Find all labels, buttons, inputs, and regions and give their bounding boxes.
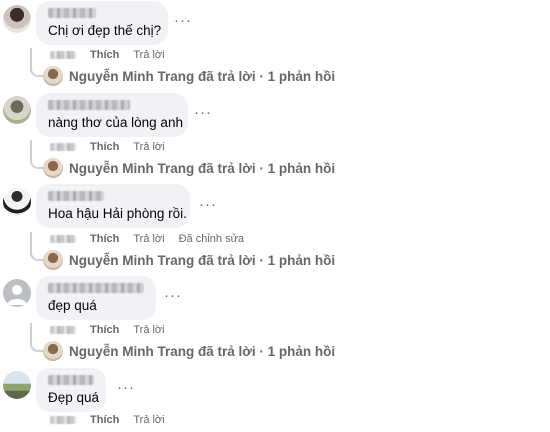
commenter-avatar[interactable] bbox=[3, 371, 31, 399]
reply-summary-text: đã trả lời · 1 phản hồi bbox=[198, 252, 336, 268]
reply-summary-text: đã trả lời · 1 phản hồi bbox=[198, 68, 336, 84]
comment-bubble: đẹp quá bbox=[36, 276, 156, 320]
replier-avatar bbox=[43, 66, 63, 86]
thread-connector bbox=[30, 232, 44, 261]
like-button[interactable]: Thích bbox=[90, 233, 119, 245]
reply-summary-text: đã trả lời · 1 phản hồi bbox=[198, 343, 336, 359]
reply-button[interactable]: Trả lời bbox=[133, 414, 164, 426]
more-horizontal-icon[interactable]: ··· bbox=[194, 105, 212, 120]
replier-avatar bbox=[43, 341, 63, 361]
more-horizontal-icon[interactable]: ··· bbox=[199, 197, 217, 212]
commenter-name-blurred[interactable] bbox=[48, 100, 130, 110]
reply-button[interactable]: Trả lời bbox=[133, 324, 164, 336]
comment-text: nàng thơ của lòng anh bbox=[48, 115, 183, 130]
timestamp-blurred[interactable] bbox=[50, 51, 76, 59]
reply-button[interactable]: Trả lời bbox=[133, 141, 164, 153]
comment-bubble: Đẹp quá bbox=[36, 368, 106, 412]
replier-name: Nguyễn Minh Trang bbox=[69, 160, 195, 176]
comment-bubble: Hoa hậu Hải phòng rồi. bbox=[36, 184, 190, 228]
comment-actions: Thích Trả lời bbox=[50, 141, 179, 153]
comment-actions: Thích Trả lời bbox=[50, 324, 179, 336]
timestamp-blurred[interactable] bbox=[50, 416, 76, 424]
comment-bubble: Chị ơi đẹp thế chị? bbox=[36, 1, 168, 45]
reply-button[interactable]: Trả lời bbox=[133, 49, 164, 61]
replier-name: Nguyễn Minh Trang bbox=[69, 343, 195, 359]
more-horizontal-icon[interactable]: ··· bbox=[164, 288, 182, 303]
comment-bubble: nàng thơ của lòng anh bbox=[36, 93, 188, 137]
comment-text: Đẹp quá bbox=[48, 390, 100, 405]
replier-name: Nguyễn Minh Trang bbox=[69, 252, 195, 268]
view-replies-link[interactable]: Nguyễn Minh Trang đã trả lời · 1 phản hồ… bbox=[43, 66, 335, 86]
replier-avatar bbox=[43, 158, 63, 178]
commenter-avatar[interactable] bbox=[3, 5, 31, 33]
commenter-avatar[interactable] bbox=[3, 96, 31, 124]
thread-connector bbox=[30, 140, 44, 169]
replier-name: Nguyễn Minh Trang bbox=[69, 68, 195, 84]
comment-actions: Thích Trả lời bbox=[50, 414, 179, 426]
reply-summary-text: đã trả lời · 1 phản hồi bbox=[198, 160, 336, 176]
view-replies-link[interactable]: Nguyễn Minh Trang đã trả lời · 1 phản hồ… bbox=[43, 341, 335, 361]
edited-label: Đã chỉnh sửa bbox=[178, 233, 245, 245]
timestamp-blurred[interactable] bbox=[50, 326, 76, 334]
like-button[interactable]: Thích bbox=[90, 49, 119, 61]
comment-actions: Thích Trả lời Đã chỉnh sửa bbox=[50, 233, 258, 245]
like-button[interactable]: Thích bbox=[90, 414, 119, 426]
comment-text: Chị ơi đẹp thế chị? bbox=[48, 23, 162, 38]
more-horizontal-icon[interactable]: ··· bbox=[117, 380, 135, 395]
replier-avatar bbox=[43, 250, 63, 270]
commenter-avatar[interactable] bbox=[3, 188, 31, 216]
timestamp-blurred[interactable] bbox=[50, 235, 76, 243]
timestamp-blurred[interactable] bbox=[50, 143, 76, 151]
comment-text: Hoa hậu Hải phòng rồi. bbox=[48, 206, 187, 221]
thread-connector bbox=[30, 323, 44, 352]
like-button[interactable]: Thích bbox=[90, 141, 119, 153]
view-replies-link[interactable]: Nguyễn Minh Trang đã trả lời · 1 phản hồ… bbox=[43, 158, 335, 178]
commenter-name-blurred[interactable] bbox=[48, 8, 96, 18]
commenter-name-blurred[interactable] bbox=[48, 191, 104, 201]
commenter-name-blurred[interactable] bbox=[48, 375, 94, 385]
comment-actions: Thích Trả lời bbox=[50, 49, 179, 61]
comment-text: đẹp quá bbox=[48, 298, 97, 313]
reply-button[interactable]: Trả lời bbox=[133, 233, 164, 245]
like-button[interactable]: Thích bbox=[90, 324, 119, 336]
commenter-name-blurred[interactable] bbox=[48, 283, 144, 293]
thread-connector bbox=[30, 48, 44, 77]
default-avatar-icon[interactable] bbox=[3, 279, 31, 307]
more-horizontal-icon[interactable]: ··· bbox=[174, 13, 192, 28]
view-replies-link[interactable]: Nguyễn Minh Trang đã trả lời · 1 phản hồ… bbox=[43, 250, 335, 270]
